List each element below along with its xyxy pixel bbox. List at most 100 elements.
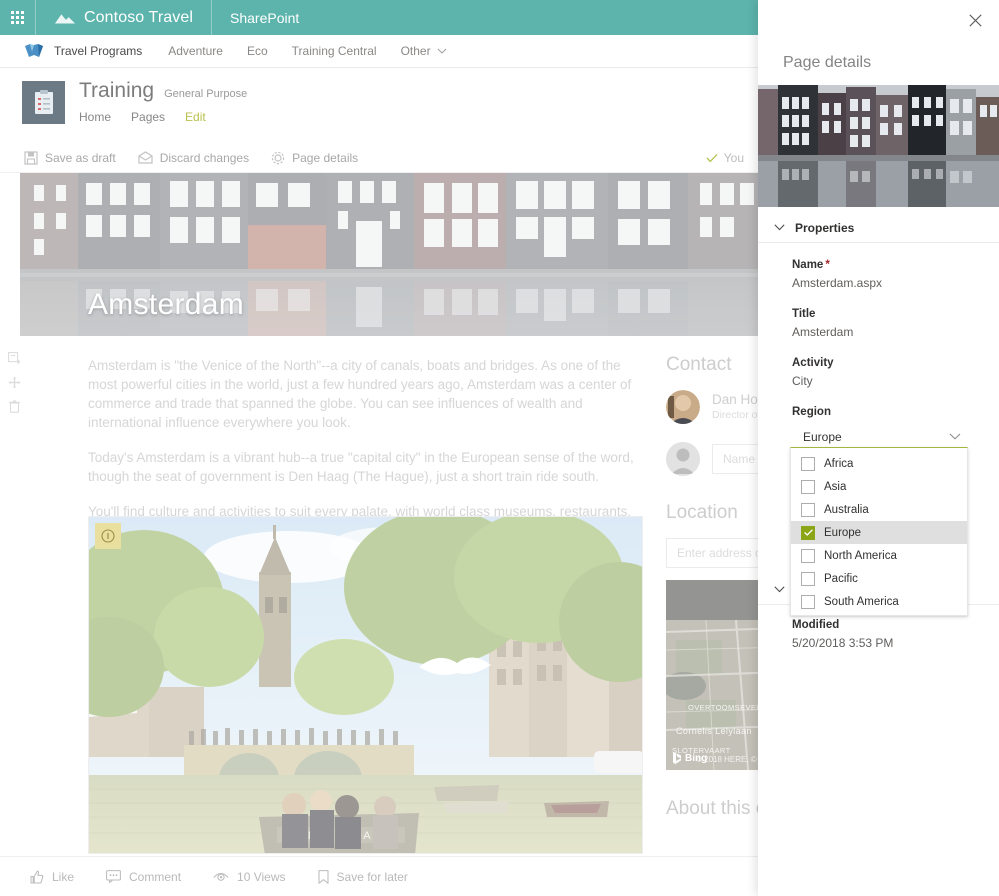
site-nav-edit[interactable]: Edit bbox=[185, 110, 206, 124]
region-option-label: Europe bbox=[824, 526, 862, 539]
region-option-label: Africa bbox=[824, 457, 854, 470]
nav-label: Other bbox=[400, 44, 431, 58]
save-as-draft-button[interactable]: Save as draft bbox=[24, 143, 128, 173]
nav-label: Eco bbox=[246, 44, 268, 58]
app-launcher-button[interactable] bbox=[0, 0, 35, 35]
region-option-australia[interactable]: Australia bbox=[791, 498, 967, 521]
region-selected-value: Europe bbox=[803, 430, 842, 444]
image-info-badge[interactable] bbox=[95, 523, 121, 549]
clipboard-icon bbox=[34, 90, 53, 114]
photo-overlay-veil bbox=[89, 517, 642, 853]
info-circle-icon bbox=[101, 529, 115, 543]
bing-icon bbox=[673, 752, 681, 764]
region-option-asia[interactable]: Asia bbox=[791, 475, 967, 498]
checkbox-unchecked-icon[interactable] bbox=[801, 479, 815, 494]
properties-section-label: Properties bbox=[795, 220, 855, 235]
avatar-placeholder bbox=[666, 442, 700, 476]
nav-item-training-central[interactable]: Training Central bbox=[280, 35, 389, 68]
move-section-icon[interactable] bbox=[4, 370, 24, 394]
cmd-label: Discard changes bbox=[159, 150, 250, 165]
field-title-value[interactable]: Amsterdam bbox=[792, 325, 999, 339]
panel-title: Page details bbox=[783, 54, 872, 71]
checkbox-unchecked-icon[interactable] bbox=[801, 456, 815, 471]
field-region: Region Europe bbox=[792, 406, 999, 451]
properties-section-header[interactable]: Properties bbox=[758, 213, 999, 243]
nav-label: Training Central bbox=[291, 44, 377, 58]
discard-icon bbox=[138, 150, 153, 164]
person-placeholder-icon bbox=[666, 442, 700, 476]
like-button[interactable]: Like bbox=[30, 870, 74, 884]
region-option-europe[interactable]: Europe bbox=[791, 521, 967, 544]
close-icon bbox=[968, 13, 982, 27]
save-for-later-label: Save for later bbox=[336, 869, 408, 884]
views-label: 10 Views bbox=[237, 869, 286, 884]
field-modified-label: Modified bbox=[792, 619, 840, 631]
paragraph-1: Amsterdam is "the Venice of the North"--… bbox=[88, 358, 632, 430]
field-activity-value[interactable]: City bbox=[792, 374, 999, 388]
chevron-down-icon bbox=[949, 433, 961, 440]
checkbox-checked-icon[interactable] bbox=[801, 525, 815, 540]
field-modified-value: 5/20/2018 3:53 PM bbox=[792, 636, 894, 650]
views-counter: 10 Views bbox=[213, 869, 286, 884]
duplicate-section-icon[interactable] bbox=[4, 346, 24, 370]
map-label-2: Cornelis Lelylaan bbox=[676, 726, 752, 736]
region-option-south-america[interactable]: South America bbox=[791, 590, 967, 613]
checkbox-unchecked-icon[interactable] bbox=[801, 594, 815, 609]
site-logo[interactable] bbox=[22, 81, 65, 124]
save-for-later-button[interactable]: Save for later bbox=[317, 869, 408, 884]
nav-item-travel-programs[interactable]: Travel Programs bbox=[54, 35, 156, 68]
hero-banner[interactable]: Amsterdam bbox=[20, 173, 759, 336]
region-option-label: South America bbox=[824, 595, 899, 608]
trash-icon bbox=[8, 399, 20, 413]
cmd-label: Page details bbox=[292, 150, 359, 165]
field-name-value[interactable]: Amsterdam.aspx bbox=[792, 276, 999, 290]
waffle-icon bbox=[11, 11, 24, 24]
nav-item-adventure[interactable]: Adventure bbox=[156, 35, 235, 68]
paragraph-2: Today's Amsterdam is a vibrant hub--a tr… bbox=[88, 450, 634, 484]
delete-section-icon[interactable] bbox=[4, 394, 24, 418]
chevron-down-icon bbox=[774, 586, 785, 593]
site-nav-home[interactable]: Home bbox=[79, 110, 111, 124]
discard-changes-button[interactable]: Discard changes bbox=[138, 143, 261, 173]
site-title-row: Training General Purpose bbox=[79, 79, 247, 103]
suite-app-name[interactable]: SharePoint bbox=[212, 0, 317, 35]
nav-item-other[interactable]: Other bbox=[389, 35, 459, 68]
nav-label: Travel Programs bbox=[54, 44, 143, 58]
comment-label: Comment bbox=[129, 869, 182, 884]
region-option-pacific[interactable]: Pacific bbox=[791, 567, 967, 590]
duplicate-icon bbox=[7, 351, 20, 364]
site-title-wrap: Training General Purpose Home Pages Edit bbox=[79, 79, 247, 124]
save-status-label: You bbox=[723, 151, 744, 165]
properties-section: Properties Name * Amsterdam.aspx Title Am… bbox=[758, 213, 999, 469]
like-label: Like bbox=[52, 869, 75, 884]
sharepoint-page-editor: Contoso Travel SharePoint Travel Program… bbox=[0, 0, 999, 896]
move-icon bbox=[8, 376, 20, 388]
comment-button[interactable]: Comment bbox=[106, 870, 181, 884]
region-option-label: North America bbox=[824, 549, 897, 562]
brand-link[interactable]: Contoso Travel bbox=[36, 0, 211, 35]
page-details-button[interactable]: Page details bbox=[271, 143, 370, 173]
checkbox-unchecked-icon[interactable] bbox=[801, 548, 815, 563]
field-name: Name * Amsterdam.aspx bbox=[792, 259, 999, 290]
checkmark-icon bbox=[706, 153, 718, 163]
cmd-label: Save as draft bbox=[45, 150, 116, 165]
person-photo-icon bbox=[666, 390, 700, 424]
region-option-africa[interactable]: Africa bbox=[791, 452, 967, 475]
site-nav-pages[interactable]: Pages bbox=[131, 110, 165, 124]
page-canvas: Amsterdam is "the Venice of the North"--… bbox=[0, 346, 906, 866]
region-option-north-america[interactable]: North America bbox=[791, 544, 967, 567]
site-subtitle: General Purpose bbox=[164, 88, 248, 100]
region-option-label: Asia bbox=[824, 480, 847, 493]
checkbox-unchecked-icon[interactable] bbox=[801, 502, 815, 517]
checkmark-icon bbox=[803, 529, 813, 536]
site-nav: Home Pages Edit bbox=[79, 110, 247, 124]
image-webpart[interactable]: AMSTERDAM bbox=[88, 516, 643, 854]
field-title-label: Title bbox=[792, 308, 816, 320]
thumbs-up-icon bbox=[30, 869, 44, 884]
nav-item-eco[interactable]: Eco bbox=[235, 35, 280, 68]
close-panel-button[interactable] bbox=[961, 6, 989, 34]
checkbox-unchecked-icon[interactable] bbox=[801, 571, 815, 586]
page-title: Training bbox=[79, 79, 155, 102]
field-region-label: Region bbox=[792, 406, 831, 418]
save-icon bbox=[24, 150, 38, 165]
